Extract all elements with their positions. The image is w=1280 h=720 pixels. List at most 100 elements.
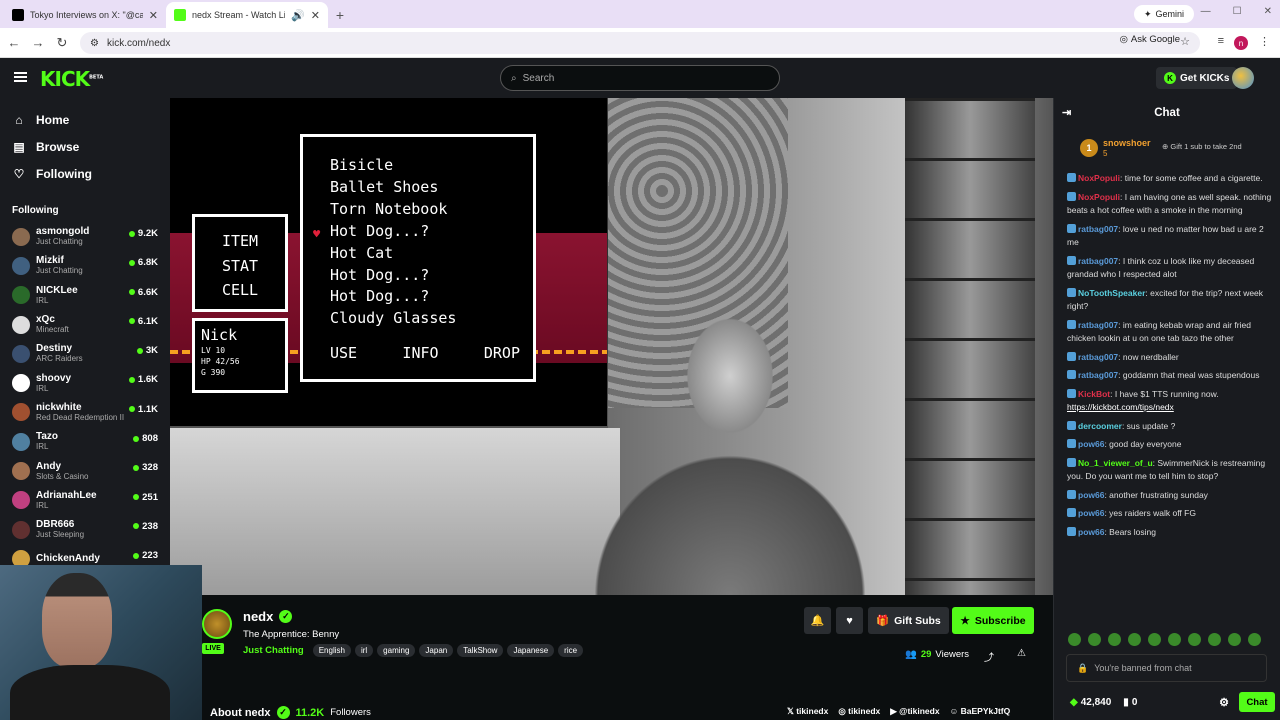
emote-icon[interactable] — [1108, 633, 1121, 646]
chat-username[interactable]: pow66 — [1078, 508, 1104, 518]
subscribe-button[interactable]: ★ Subscribe — [952, 607, 1034, 634]
following-channel[interactable]: DBR666 Just Sleeping 238 — [0, 515, 170, 544]
minimize-icon[interactable]: — — [1201, 6, 1211, 17]
shelf — [905, 98, 1035, 595]
chat-username[interactable]: NoxPopuli — [1078, 192, 1120, 202]
chat-send-button[interactable]: Chat — [1239, 692, 1275, 712]
following-channel[interactable]: Mizkif Just Chatting 6.8K — [0, 251, 170, 280]
emote-icon[interactable] — [1208, 633, 1221, 646]
report-icon[interactable]: ⚠ — [1017, 648, 1026, 659]
tag[interactable]: Japan — [419, 644, 454, 657]
tag[interactable]: gaming — [377, 644, 416, 657]
badge-icon — [1067, 319, 1076, 329]
tag[interactable]: irl — [354, 644, 374, 657]
chat-input-banned[interactable]: 🔒 You're banned from chat — [1066, 654, 1267, 682]
forward-icon[interactable]: → — [26, 35, 50, 50]
chat-username[interactable]: ratbag007 — [1078, 256, 1118, 266]
user-avatar[interactable] — [1232, 67, 1254, 89]
chat-message: ratbag007: I think coz u look like my de… — [1067, 255, 1272, 282]
emote-icon[interactable] — [1168, 633, 1181, 646]
new-tab-button[interactable]: + — [328, 2, 352, 28]
social-instagram-link[interactable]: ◎ tikinedx — [838, 706, 880, 717]
emote-icon[interactable] — [1088, 633, 1101, 646]
chat-link[interactable]: https://kickbot.com/tips/nedx — [1067, 402, 1174, 412]
chat-username[interactable]: dercoomer — [1078, 421, 1122, 431]
heart-cursor-icon: ♥ — [313, 227, 321, 241]
close-window-icon[interactable]: ✕ — [1264, 6, 1272, 17]
gemini-button[interactable]: ✦ Gemini — [1133, 5, 1194, 23]
chat-username[interactable]: ratbag007 — [1078, 370, 1118, 380]
subs-count[interactable]: ▮ 0 — [1123, 697, 1137, 708]
social-discord-link[interactable]: ☺ BaEPYkJtfQ — [950, 706, 1011, 717]
chat-username[interactable]: NoxPopuli — [1078, 173, 1120, 183]
sidebar-item-browse[interactable]: ▤ Browse — [0, 133, 170, 160]
channel-name[interactable]: nedx ✓ — [243, 609, 293, 624]
reading-list-icon[interactable]: ≡ — [1218, 35, 1224, 47]
ask-google-button[interactable]: ◎ Ask Google — [1120, 34, 1180, 45]
following-channel[interactable]: nickwhite Red Dead Redemption II 1.1K — [0, 398, 170, 427]
bookmark-star-icon[interactable]: ☆ — [1180, 35, 1190, 48]
search-input[interactable]: ⌕ Search — [500, 65, 780, 91]
channel-avatar — [12, 286, 30, 305]
maximize-icon[interactable]: ☐ — [1233, 6, 1242, 17]
tag[interactable]: TalkShow — [457, 644, 504, 657]
chat-username[interactable]: No_1_viewer_of_u — [1078, 458, 1153, 468]
following-channel[interactable]: asmongold Just Chatting 9.2K — [0, 222, 170, 251]
category-link[interactable]: Just Chatting — [243, 645, 304, 656]
chat-username[interactable]: ratbag007 — [1078, 224, 1118, 234]
gift-leaderboard[interactable]: 1 snowshoer 5 ⊕ Gift 1 sub to take 2nd — [1054, 128, 1280, 168]
menu-hamburger-icon[interactable] — [14, 72, 27, 82]
get-kicks-button[interactable]: K Get KICKs — [1156, 67, 1238, 89]
chat-username[interactable]: ratbag007 — [1078, 320, 1118, 330]
tab-audio-icon[interactable]: 🔊 — [291, 9, 305, 22]
video-player[interactable]: ITEM STAT CELL Nick LV 10 HP 42/56 G 390… — [170, 98, 1053, 595]
site-info-icon[interactable]: ⚙ — [90, 38, 99, 49]
back-icon[interactable]: ← — [2, 35, 26, 50]
emote-icon[interactable] — [1068, 633, 1081, 646]
emote-icon[interactable] — [1248, 633, 1261, 646]
following-channel[interactable]: NICKLee IRL 6.6K — [0, 281, 170, 310]
reload-icon[interactable]: ↻ — [50, 35, 74, 51]
emote-icon[interactable] — [1188, 633, 1201, 646]
emote-icon[interactable] — [1148, 633, 1161, 646]
chat-username[interactable]: NoToothSpeaker — [1078, 288, 1145, 298]
tag[interactable]: English — [312, 644, 351, 657]
following-channel[interactable]: Andy Slots & Casino 328 — [0, 456, 170, 485]
following-channel[interactable]: xQc Minecraft 6.1K — [0, 310, 170, 339]
about-title: About nedx — [210, 706, 271, 719]
tab-close-icon[interactable]: ✕ — [311, 9, 320, 22]
follow-heart-button[interactable]: ♥ — [836, 607, 863, 634]
url-field[interactable]: ⚙ kick.com/nedx — [80, 32, 1200, 54]
kick-logo[interactable]: KICKBETA — [40, 67, 103, 91]
kicks-balance[interactable]: ◆ 42,840 — [1070, 697, 1111, 708]
emote-icon[interactable] — [1228, 633, 1241, 646]
collapse-chat-icon[interactable]: ⇥ — [1062, 106, 1071, 119]
channel-avatar[interactable] — [202, 609, 232, 639]
browser-menu-icon[interactable]: ⋮ — [1259, 35, 1270, 48]
chat-username[interactable]: KickBot — [1078, 389, 1110, 399]
following-channel[interactable]: AdrianahLee IRL 251 — [0, 486, 170, 515]
following-channel[interactable]: Tazo IRL 808 — [0, 427, 170, 456]
chat-username[interactable]: pow66 — [1078, 439, 1104, 449]
social-youtube-link[interactable]: ▶ @tikinedx — [890, 706, 939, 717]
share-icon[interactable]: ⤴ — [984, 649, 994, 664]
tag[interactable]: Japanese — [507, 644, 555, 657]
following-channel[interactable]: Destiny ARC Raiders 3K — [0, 339, 170, 368]
social-x-link[interactable]: 𝕏 tikinedx — [787, 706, 828, 717]
notification-bell-button[interactable]: 🔔 — [804, 607, 831, 634]
profile-avatar[interactable]: n — [1234, 36, 1248, 50]
tab-close-icon[interactable]: ✕ — [149, 9, 158, 22]
browser-tab-active[interactable]: nedx Stream - Watch Live o 🔊 ✕ — [166, 2, 328, 28]
chat-username[interactable]: ratbag007 — [1078, 352, 1118, 362]
sidebar-item-following[interactable]: ♡ Following — [0, 160, 170, 187]
tag[interactable]: rice — [558, 644, 584, 657]
following-channel[interactable]: shoovy IRL 1.6K — [0, 368, 170, 397]
gift-subs-button[interactable]: 🎁 Gift Subs — [868, 607, 949, 634]
emote-icon[interactable] — [1128, 633, 1141, 646]
channel-name: shoovy — [36, 372, 72, 384]
chat-username[interactable]: pow66 — [1078, 527, 1104, 537]
sidebar-item-home[interactable]: ⌂ Home — [0, 106, 170, 133]
chat-username[interactable]: pow66 — [1078, 490, 1104, 500]
chat-settings-icon[interactable]: ⚙ — [1219, 696, 1229, 709]
browser-tab[interactable]: Tokyo Interviews on X: "@calli ✕ — [4, 2, 166, 28]
